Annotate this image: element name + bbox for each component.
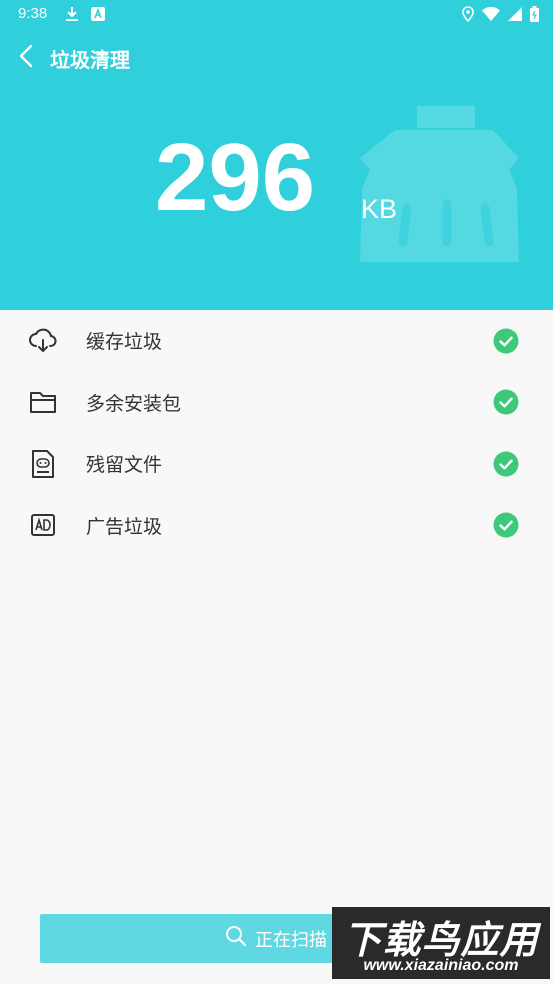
junk-size-value: 296: [155, 124, 316, 231]
watermark: 下载鸟应用 www.xiazainiao.com: [332, 907, 550, 979]
list-item-label: 残留文件: [86, 454, 163, 477]
list-item-label: 缓存垃圾: [86, 331, 163, 354]
download-icon: [65, 6, 79, 22]
check-circle-icon[interactable]: [493, 512, 519, 538]
folder-icon: [27, 386, 59, 418]
list-item-ad-junk[interactable]: 广告垃圾: [0, 495, 553, 557]
battery-icon: [530, 6, 539, 22]
apk-file-icon: [27, 448, 59, 480]
cloud-icon: [27, 325, 59, 357]
junk-category-list: 缓存垃圾 多余安装包 残留文件 广告垃圾: [0, 310, 553, 556]
list-item-extra-packages[interactable]: 多余安装包: [0, 372, 553, 434]
trash-bag-icon: [355, 100, 530, 269]
watermark-url: www.xiazainiao.com: [363, 957, 519, 974]
chevron-left-icon: [19, 44, 33, 72]
location-icon: [462, 6, 474, 22]
header-panel: 9:38 垃圾清理 296 KB: [0, 0, 553, 310]
list-item-label: 广告垃圾: [86, 515, 163, 538]
back-button[interactable]: [10, 42, 42, 74]
page-title: 垃圾清理: [50, 48, 130, 72]
search-icon: [225, 925, 247, 952]
watermark-title: 下载鸟应用: [343, 918, 539, 962]
toolbar: 垃圾清理: [0, 38, 553, 78]
list-item-label: 多余安装包: [86, 392, 182, 415]
check-circle-icon[interactable]: [493, 451, 519, 477]
check-circle-icon[interactable]: [493, 389, 519, 415]
signal-icon: [508, 7, 522, 21]
list-item-residual-files[interactable]: 残留文件: [0, 433, 553, 495]
status-time: 9:38: [18, 5, 48, 22]
wifi-icon: [482, 7, 500, 21]
check-circle-icon[interactable]: [493, 328, 519, 354]
status-bar: 9:38: [0, 0, 553, 30]
junk-size-unit: KB: [361, 194, 398, 224]
list-item-cache[interactable]: 缓存垃圾: [0, 310, 553, 372]
a-icon: [91, 7, 105, 21]
ad-icon: [27, 509, 59, 541]
scan-button-label: 正在扫描: [255, 929, 327, 951]
